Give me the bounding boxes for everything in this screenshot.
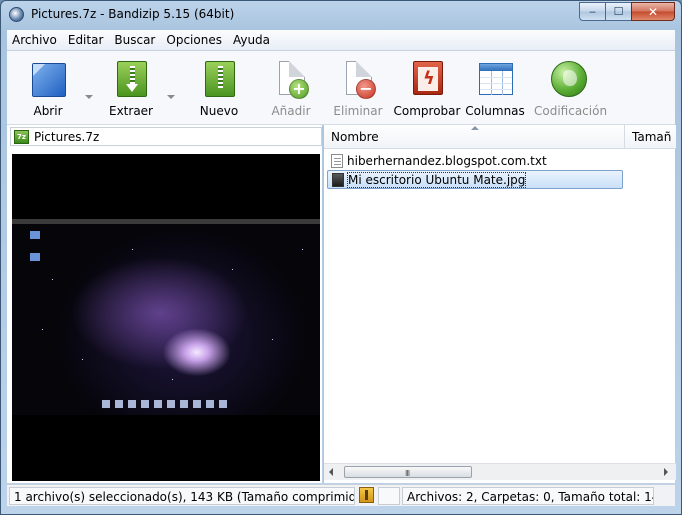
test-button[interactable]: ϟ Comprobar xyxy=(392,59,462,118)
preview-pane: 7z Pictures.7z xyxy=(7,125,322,483)
7z-archive-icon: 7z xyxy=(14,129,29,144)
open-dropdown-arrow[interactable] xyxy=(85,95,93,99)
archive-status-icon[interactable] xyxy=(359,487,374,503)
archive-path-text: Pictures.7z xyxy=(34,129,100,144)
window-controls: ‒ ☐ ✕ xyxy=(579,2,675,21)
close-button[interactable]: ✕ xyxy=(631,2,675,21)
menu-archivo[interactable]: Archivo xyxy=(7,33,62,47)
preview-desktop-image xyxy=(12,219,320,415)
window-title: Pictures.7z - Bandizip 5.15 (64bit) xyxy=(31,7,235,21)
delete-file-icon: − xyxy=(338,59,378,99)
status-spacer xyxy=(378,487,400,505)
bandizip-app-icon[interactable] xyxy=(9,7,24,22)
preview-computer-icon xyxy=(30,253,40,261)
new-archive-button[interactable]: Nuevo xyxy=(184,59,254,118)
preview-dock xyxy=(102,400,232,410)
toolbar: Abrir Extraer Nuevo + Añadir − Eliminar … xyxy=(7,51,675,125)
test-label: Comprobar xyxy=(393,104,461,118)
folder-open-icon xyxy=(28,59,68,99)
menu-buscar[interactable]: Buscar xyxy=(109,33,160,47)
horizontal-scrollbar[interactable]: III xyxy=(324,463,676,480)
menu-bar: Archivo Editar Buscar Opciones Ayuda xyxy=(7,30,675,51)
title-bar[interactable]: Pictures.7z - Bandizip 5.15 (64bit) ‒ ☐ … xyxy=(1,1,681,29)
list-item-selected[interactable]: Mi escritorio Ubuntu Mate.jpg xyxy=(327,170,623,189)
test-archive-icon: ϟ xyxy=(407,59,447,99)
add-file-icon: + xyxy=(271,59,311,99)
scrollbar-thumb[interactable]: III xyxy=(344,466,472,478)
extract-dropdown-arrow[interactable] xyxy=(167,95,175,99)
extract-archive-icon xyxy=(111,59,151,99)
scroll-right-icon[interactable] xyxy=(664,468,668,476)
extract-label: Extraer xyxy=(109,104,153,118)
image-file-icon xyxy=(332,172,344,187)
add-button[interactable]: + Añadir xyxy=(256,59,326,118)
delete-label: Eliminar xyxy=(333,104,383,118)
codepage-label: Codificación xyxy=(534,104,608,118)
codepage-button[interactable]: Codificación xyxy=(534,59,608,118)
new-label: Nuevo xyxy=(199,104,239,118)
name-column-header[interactable]: Nombre xyxy=(324,125,625,149)
new-archive-icon xyxy=(199,59,239,99)
menu-editar[interactable]: Editar xyxy=(63,33,109,47)
name-column-label: Nombre xyxy=(331,130,379,144)
minimize-button[interactable]: ‒ xyxy=(579,2,606,21)
status-bar: 1 archivo(s) seleccionado(s), 143 KB (Ta… xyxy=(7,484,675,506)
extract-button[interactable]: Extraer xyxy=(96,59,166,118)
file-list-pane: Nombre Tamañ hiberhernandez.blogspot.com… xyxy=(323,125,676,483)
menu-ayuda[interactable]: Ayuda xyxy=(228,33,275,47)
sort-ascending-icon xyxy=(471,126,479,130)
globe-icon xyxy=(549,59,589,99)
archive-summary-status: Archivos: 2, Carpetas: 0, Tamaño total: … xyxy=(402,487,654,505)
open-button[interactable]: Abrir xyxy=(13,59,83,118)
selection-status: 1 archivo(s) seleccionado(s), 143 KB (Ta… xyxy=(9,487,355,505)
maximize-button[interactable]: ☐ xyxy=(605,2,632,21)
add-label: Añadir xyxy=(271,104,311,118)
columns-button[interactable]: Columnas xyxy=(460,59,530,118)
archive-path-bar[interactable]: 7z Pictures.7z xyxy=(10,127,322,146)
file-name: hiberhernandez.blogspot.com.txt xyxy=(347,153,547,168)
list-item[interactable]: hiberhernandez.blogspot.com.txt xyxy=(327,151,623,170)
column-header: Nombre Tamañ xyxy=(324,125,676,149)
size-column-header[interactable]: Tamañ xyxy=(626,125,676,149)
text-file-icon xyxy=(331,153,343,168)
image-preview xyxy=(12,154,320,481)
preview-folder-icon xyxy=(30,231,40,239)
delete-button[interactable]: − Eliminar xyxy=(323,59,393,118)
scrollbar-grip: III xyxy=(405,469,410,478)
scroll-left-icon[interactable] xyxy=(329,468,333,476)
open-label: Abrir xyxy=(33,104,63,118)
app-window: Pictures.7z - Bandizip 5.15 (64bit) ‒ ☐ … xyxy=(0,0,682,515)
columns-icon xyxy=(475,59,515,99)
columns-label: Columnas xyxy=(465,104,525,118)
menu-opciones[interactable]: Opciones xyxy=(161,33,227,47)
file-name: Mi escritorio Ubuntu Mate.jpg xyxy=(346,171,527,188)
